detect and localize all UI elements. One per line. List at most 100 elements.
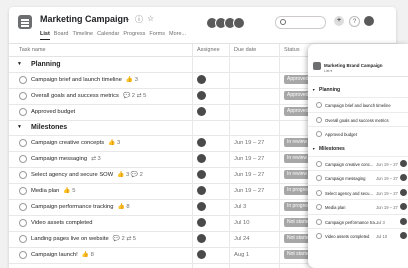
complete-checkbox[interactable] xyxy=(19,76,27,84)
assignee-avatar[interactable] xyxy=(400,188,407,196)
assignee-avatar[interactable] xyxy=(197,218,206,227)
complete-checkbox[interactable] xyxy=(19,219,27,227)
mobile-task-row[interactable]: Select agency and secu... Jun 19 – 27 xyxy=(308,184,408,200)
task-name[interactable]: Campaign performance tracking 👍 8 xyxy=(31,204,130,210)
mobile-task-row[interactable]: Campaign performance tra... Jul 3 xyxy=(308,213,408,229)
task-name-text: Campaign performance tracking xyxy=(31,204,114,210)
assignee-avatar[interactable] xyxy=(400,232,407,239)
task-name[interactable]: Campaign messaging ⇄ 3 xyxy=(31,156,101,162)
mobile-task-row[interactable]: Campaign messaging Jun 19 – 27 xyxy=(308,170,408,185)
mobile-project-title[interactable]: Marketing Brand Campaign xyxy=(324,63,383,68)
mobile-section-header[interactable]: ▼ Planning xyxy=(308,84,408,95)
mobile-section-header[interactable]: ▼ Milestones xyxy=(308,143,408,154)
avatar[interactable] xyxy=(364,16,374,26)
complete-checkbox[interactable] xyxy=(316,160,322,167)
task-meta: 👍 8 xyxy=(117,204,130,210)
assignee-avatar[interactable] xyxy=(197,234,206,243)
complete-checkbox[interactable] xyxy=(316,175,322,181)
assignee-avatar[interactable] xyxy=(197,107,206,116)
complete-checkbox[interactable] xyxy=(19,92,27,100)
search-input[interactable] xyxy=(275,16,326,29)
due-date[interactable]: Jun 19 – 27 xyxy=(234,156,264,162)
complete-checkbox[interactable] xyxy=(19,171,27,179)
star-icon[interactable]: ☆ xyxy=(147,14,154,23)
assignee-avatar[interactable] xyxy=(197,154,206,163)
tab-list[interactable]: List xyxy=(40,31,50,40)
task-name[interactable]: Campaign creative concepts 👍 3 xyxy=(31,140,120,146)
task-name[interactable]: Select agency and secure SOW 👍 3 💬 2 xyxy=(31,172,143,178)
mobile-task-row[interactable]: Media plan Jun 19 – 27 xyxy=(308,199,408,214)
mobile-task-row[interactable]: Campaign brief and launch timeline xyxy=(308,97,408,112)
complete-checkbox[interactable] xyxy=(316,233,322,239)
tab-timeline[interactable]: Timeline xyxy=(72,31,93,37)
project-title[interactable]: Marketing Campaign xyxy=(40,14,129,24)
task-meta: 💬 2 ⇄ 5 xyxy=(122,93,147,99)
info-icon[interactable]: ⓘ xyxy=(135,14,143,25)
task-name[interactable]: Video assets completed xyxy=(31,220,96,226)
complete-checkbox[interactable] xyxy=(19,139,27,147)
complete-checkbox[interactable] xyxy=(316,204,322,210)
complete-checkbox[interactable] xyxy=(19,235,27,243)
caret-down-icon[interactable]: ▼ xyxy=(17,124,22,130)
complete-checkbox[interactable] xyxy=(19,187,27,195)
task-name[interactable]: Landing pages live on website 💬 2 ⇄ 5 xyxy=(31,236,136,242)
assignee-avatar[interactable] xyxy=(400,203,407,210)
tab-forms[interactable]: Forms xyxy=(149,31,165,37)
assignee-avatar[interactable] xyxy=(400,217,407,225)
complete-checkbox[interactable] xyxy=(19,251,27,259)
plus-icon[interactable]: + xyxy=(334,16,344,26)
complete-checkbox[interactable] xyxy=(316,102,322,108)
column-task-name[interactable]: Task name xyxy=(19,47,46,53)
task-meta: 👍 3 xyxy=(108,140,121,146)
complete-checkbox[interactable] xyxy=(19,108,27,116)
complete-checkbox[interactable] xyxy=(19,203,27,211)
caret-down-icon[interactable]: ▼ xyxy=(17,61,22,67)
due-date[interactable]: Jun 19 – 27 xyxy=(234,172,264,178)
assignee-avatar[interactable] xyxy=(197,170,206,179)
mobile-task-row[interactable]: Campaign creative conc... Jun 19 – 27 xyxy=(308,155,408,171)
mobile-task-row[interactable]: Overall goals and success metrics xyxy=(308,111,408,127)
task-name[interactable]: Campaign brief and launch timeline 👍 3 xyxy=(31,77,138,83)
due-date[interactable]: Jul 24 xyxy=(234,236,249,242)
tab-progress[interactable]: Progress xyxy=(123,31,145,37)
complete-checkbox[interactable] xyxy=(316,189,322,196)
project-header: Marketing Campaign ⌄ ⓘ ☆ List Board Timeli… xyxy=(9,7,396,44)
assignee-avatar[interactable] xyxy=(197,91,206,100)
due-date[interactable]: Aug 1 xyxy=(234,252,249,258)
task-name[interactable]: Overall goals and success metrics 💬 2 ⇄ 5 xyxy=(31,93,146,99)
assignee-avatar[interactable] xyxy=(197,75,206,84)
chevron-down-icon[interactable]: ⌄ xyxy=(124,14,131,23)
due-date[interactable]: Jun 19 – 27 xyxy=(234,140,264,146)
task-name[interactable]: Approved budget xyxy=(31,109,79,115)
member-avatars[interactable] xyxy=(206,16,245,34)
assignee-avatar[interactable] xyxy=(197,250,206,259)
assignee-avatar[interactable] xyxy=(197,138,206,147)
mobile-task-row[interactable]: Video assets completed Jul 10 xyxy=(308,228,408,243)
tab-calendar[interactable]: Calendar xyxy=(97,31,119,37)
task-name[interactable]: Media plan 👍 5 xyxy=(31,188,75,194)
view-tabs: List Board Timeline Calendar Progress Forms Mo… xyxy=(40,31,190,40)
complete-checkbox[interactable] xyxy=(316,131,322,137)
due-date[interactable]: Jun 19 – 27 xyxy=(234,188,264,194)
assignee-avatar[interactable] xyxy=(197,202,206,211)
assignee-avatar[interactable] xyxy=(400,174,407,181)
mobile-view-select[interactable]: List ▾ xyxy=(324,69,332,73)
assignee-avatar[interactable] xyxy=(400,159,407,167)
complete-checkbox[interactable] xyxy=(19,155,27,163)
due-date[interactable]: Jul 10 xyxy=(234,220,249,226)
assignee-avatar[interactable] xyxy=(197,186,206,195)
task-name[interactable]: Campaign launch! 👍 8 xyxy=(31,252,94,258)
caret-down-icon[interactable]: ▼ xyxy=(312,147,315,151)
column-assignee[interactable]: Assignee xyxy=(197,47,220,53)
caret-down-icon[interactable]: ▼ xyxy=(312,88,315,92)
column-due-date[interactable]: Due date xyxy=(234,47,256,53)
tab-more[interactable]: More... xyxy=(169,31,186,37)
avatar xyxy=(233,17,245,29)
help-icon[interactable]: ? xyxy=(349,16,360,27)
complete-checkbox[interactable] xyxy=(316,116,322,123)
mobile-task-row[interactable]: Approved budget xyxy=(308,126,408,141)
due-date[interactable]: Jul 3 xyxy=(234,204,246,210)
column-status[interactable]: Status xyxy=(284,47,300,53)
complete-checkbox[interactable] xyxy=(316,218,322,225)
tab-board[interactable]: Board xyxy=(54,31,69,37)
